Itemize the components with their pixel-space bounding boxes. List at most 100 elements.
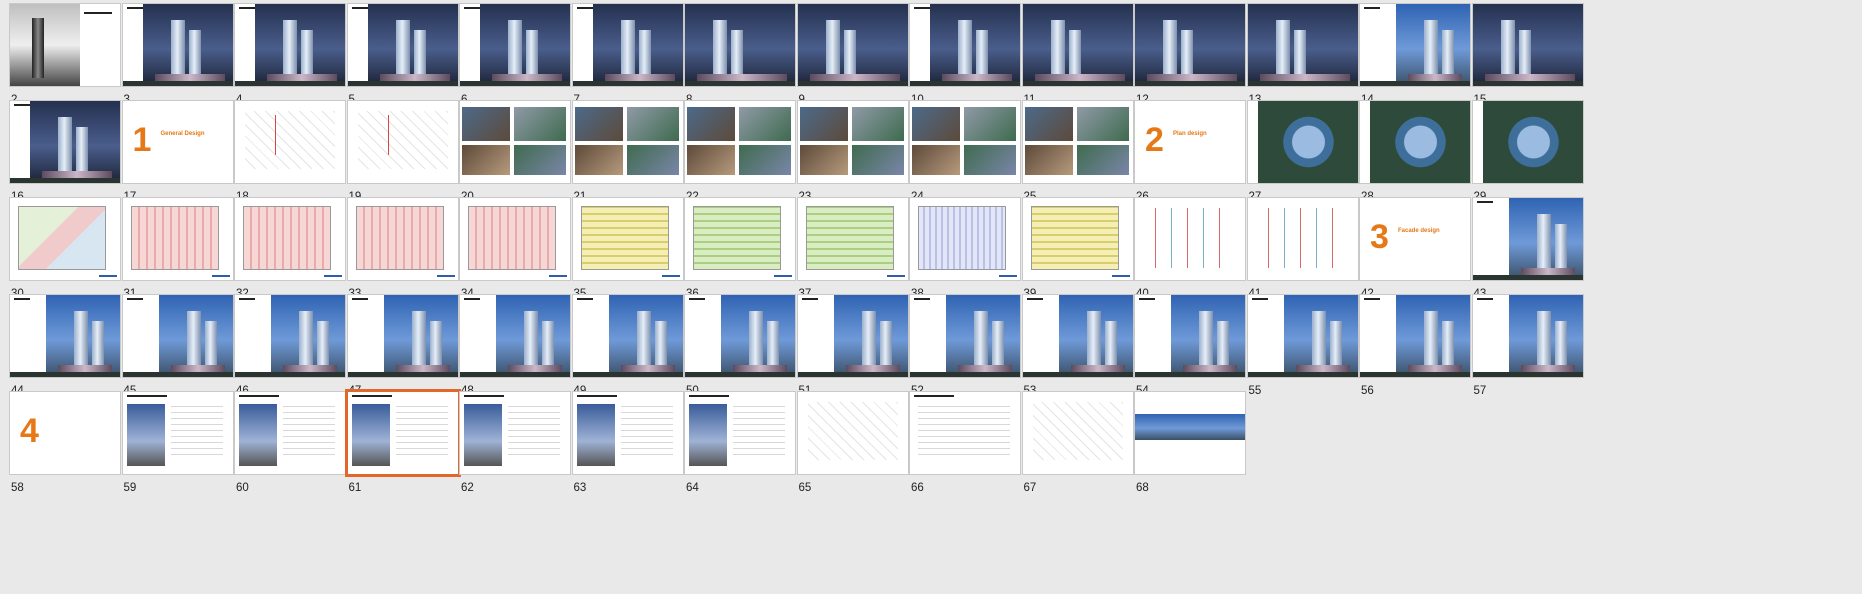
- slide-thumbnail[interactable]: 16: [9, 100, 121, 203]
- slide-preview[interactable]: [571, 391, 684, 475]
- slide-thumbnail[interactable]: 24: [909, 100, 1021, 203]
- slide-thumbnail[interactable]: 6: [459, 3, 571, 106]
- slide-thumbnail[interactable]: 3: [121, 3, 234, 106]
- slide-thumbnail[interactable]: 32: [234, 197, 346, 300]
- slide-preview[interactable]: [1021, 3, 1134, 87]
- slide-preview[interactable]: [9, 3, 121, 87]
- slide-thumbnail[interactable]: 23: [796, 100, 909, 203]
- slide-preview[interactable]: [684, 3, 796, 87]
- slide-thumbnail[interactable]: 33: [346, 197, 459, 300]
- slide-thumbnail[interactable]: 11: [1021, 3, 1134, 106]
- slide-preview[interactable]: [1246, 197, 1359, 281]
- slide-preview[interactable]: [121, 3, 234, 87]
- slide-thumbnail[interactable]: 2: [9, 3, 121, 106]
- slide-thumbnail[interactable]: 53: [1021, 294, 1134, 397]
- slide-thumbnail[interactable]: 4: [234, 3, 346, 106]
- slide-preview[interactable]: [909, 294, 1021, 378]
- slide-thumbnail[interactable]: 57: [1471, 294, 1584, 397]
- slide-preview[interactable]: [796, 294, 909, 378]
- slide-thumbnail[interactable]: 28: [1359, 100, 1471, 203]
- slide-thumbnail[interactable]: 41: [1246, 197, 1359, 300]
- slide-thumbnail[interactable]: 4 58: [9, 391, 121, 494]
- slide-thumbnail[interactable]: 12: [1134, 3, 1246, 106]
- slide-thumbnail[interactable]: 45: [121, 294, 234, 397]
- slide-thumbnail[interactable]: 38: [909, 197, 1021, 300]
- slide-thumbnail[interactable]: 10: [909, 3, 1021, 106]
- slide-preview[interactable]: [459, 100, 571, 184]
- slide-preview[interactable]: 3 Facade design: [1359, 197, 1471, 281]
- slide-preview[interactable]: [571, 100, 684, 184]
- slide-thumbnail[interactable]: 27: [1246, 100, 1359, 203]
- slide-thumbnail[interactable]: 18: [234, 100, 346, 203]
- slide-thumbnail[interactable]: 52: [909, 294, 1021, 397]
- slide-thumbnail[interactable]: 68: [1134, 391, 1246, 494]
- slide-thumbnail[interactable]: 13: [1246, 3, 1359, 106]
- slide-preview[interactable]: [1471, 197, 1584, 281]
- slide-preview[interactable]: [1021, 294, 1134, 378]
- slide-thumbnail[interactable]: 62: [459, 391, 571, 494]
- slide-thumbnail[interactable]: 25: [1021, 100, 1134, 203]
- slide-thumbnail[interactable]: 20: [459, 100, 571, 203]
- slide-thumbnail[interactable]: 8: [684, 3, 796, 106]
- slide-preview[interactable]: [684, 100, 796, 184]
- slide-preview[interactable]: [909, 197, 1021, 281]
- slide-preview[interactable]: [1359, 294, 1471, 378]
- slide-preview[interactable]: [684, 294, 796, 378]
- slide-thumbnail[interactable]: 3Facade design42: [1359, 197, 1471, 300]
- slide-preview[interactable]: [1021, 197, 1134, 281]
- slide-thumbnail[interactable]: 21: [571, 100, 684, 203]
- slide-preview[interactable]: 2 Plan design: [1134, 100, 1246, 184]
- slide-preview[interactable]: [909, 100, 1021, 184]
- slide-preview[interactable]: [1021, 391, 1134, 475]
- slide-thumbnail[interactable]: 9: [796, 3, 909, 106]
- slide-thumbnail[interactable]: 63: [571, 391, 684, 494]
- slide-preview[interactable]: [1021, 100, 1134, 184]
- slide-preview[interactable]: [346, 294, 459, 378]
- slide-thumbnail[interactable]: 51: [796, 294, 909, 397]
- slide-thumbnail[interactable]: 5: [346, 3, 459, 106]
- slide-preview[interactable]: [121, 391, 234, 475]
- slide-preview[interactable]: [459, 391, 571, 475]
- slide-preview[interactable]: 4: [9, 391, 121, 475]
- slide-preview[interactable]: [121, 294, 234, 378]
- slide-preview[interactable]: [1246, 100, 1359, 184]
- slide-thumbnail[interactable]: 64: [684, 391, 796, 494]
- slide-preview[interactable]: [9, 294, 121, 378]
- slide-preview[interactable]: [1471, 294, 1584, 378]
- slide-thumbnail[interactable]: 55: [1246, 294, 1359, 397]
- slide-thumbnail[interactable]: 37: [796, 197, 909, 300]
- slide-preview[interactable]: [234, 100, 346, 184]
- slide-thumbnail[interactable]: 36: [684, 197, 796, 300]
- slide-thumbnail[interactable]: 39: [1021, 197, 1134, 300]
- slide-thumbnail[interactable]: 34: [459, 197, 571, 300]
- slide-thumbnail[interactable]: 35: [571, 197, 684, 300]
- slide-preview[interactable]: [346, 100, 459, 184]
- slide-thumbnail[interactable]: 19: [346, 100, 459, 203]
- slide-preview[interactable]: [571, 3, 684, 87]
- slide-thumbnail[interactable]: 7: [571, 3, 684, 106]
- slide-thumbnail[interactable]: 29: [1471, 100, 1584, 203]
- slide-preview[interactable]: [909, 391, 1021, 475]
- slide-thumbnail[interactable]: 65: [796, 391, 909, 494]
- slide-thumbnail[interactable]: 2Plan design26: [1134, 100, 1246, 203]
- slide-preview[interactable]: [344, 389, 461, 477]
- slide-preview[interactable]: [684, 391, 796, 475]
- slide-thumbnail[interactable]: 59: [121, 391, 234, 494]
- slide-preview[interactable]: [234, 197, 346, 281]
- slide-preview[interactable]: [1246, 294, 1359, 378]
- slide-thumbnail[interactable]: 54: [1134, 294, 1246, 397]
- slide-preview[interactable]: [234, 3, 346, 87]
- slide-preview[interactable]: [459, 3, 571, 87]
- slide-preview[interactable]: [909, 3, 1021, 87]
- slide-preview[interactable]: [571, 197, 684, 281]
- slide-thumbnail[interactable]: 50: [684, 294, 796, 397]
- slide-preview[interactable]: [1134, 294, 1246, 378]
- slide-preview[interactable]: [1471, 3, 1584, 87]
- slide-thumbnail[interactable]: 48: [459, 294, 571, 397]
- slide-preview[interactable]: [796, 391, 909, 475]
- slide-preview[interactable]: [9, 197, 121, 281]
- slide-preview[interactable]: [1134, 197, 1246, 281]
- slide-thumbnail[interactable]: 40: [1134, 197, 1246, 300]
- slide-preview[interactable]: [684, 197, 796, 281]
- slide-preview[interactable]: [571, 294, 684, 378]
